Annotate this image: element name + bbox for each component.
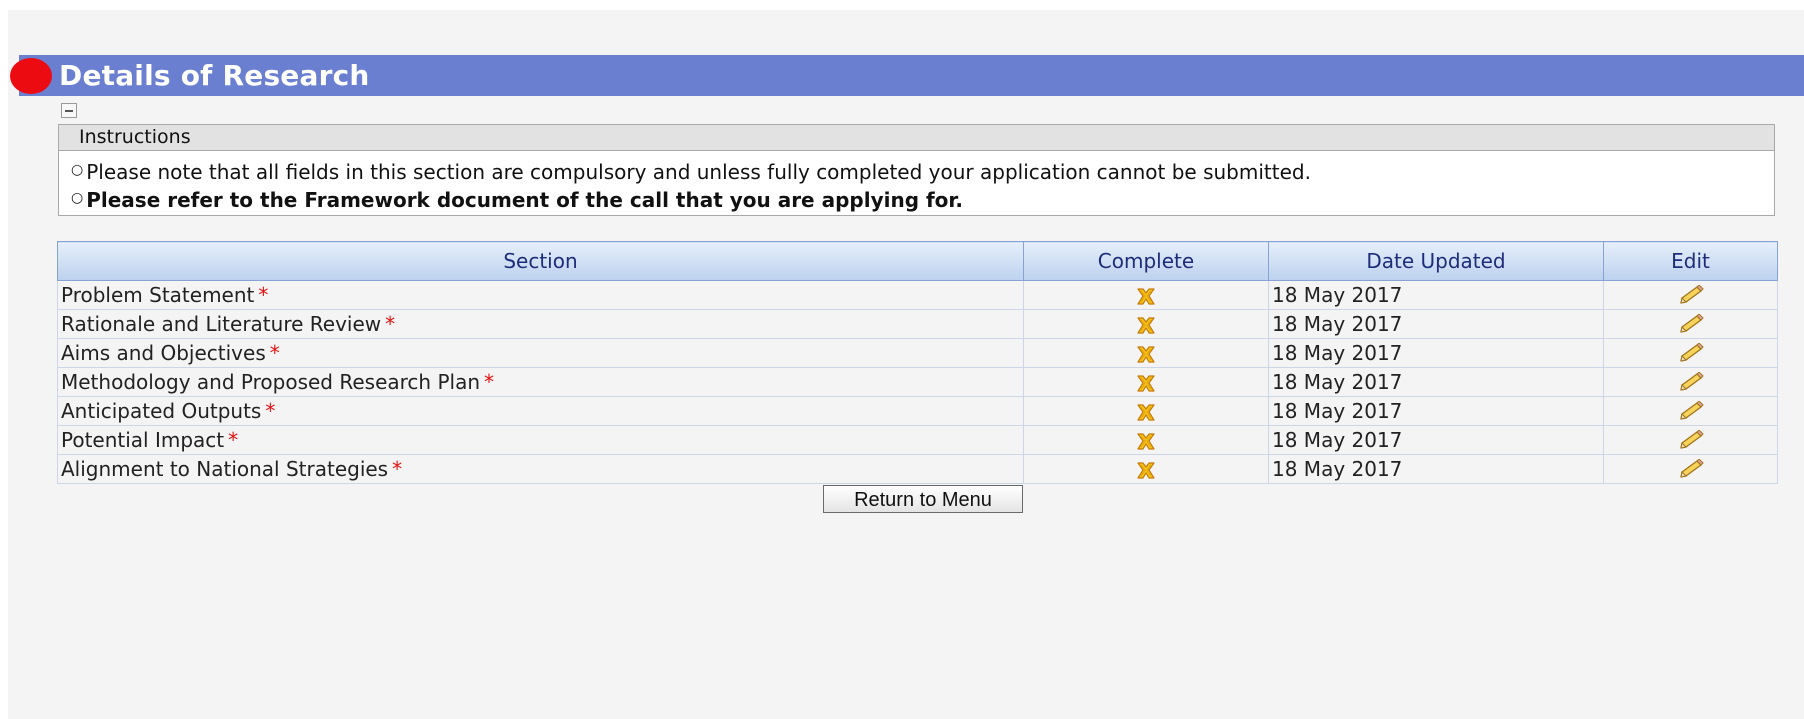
- date-updated-cell: 18 May 2017: [1268, 367, 1604, 397]
- table-row: Methodology and Proposed Research Plan * …: [57, 367, 1778, 397]
- section-cell[interactable]: Problem Statement *: [57, 280, 1024, 310]
- date-updated-cell: 18 May 2017: [1268, 396, 1604, 426]
- column-header-complete[interactable]: Complete: [1023, 241, 1269, 281]
- sections-table: Section Complete Date Updated Edit Probl…: [57, 241, 1778, 484]
- edit-cell[interactable]: [1603, 367, 1778, 397]
- incomplete-x-icon: [1135, 457, 1157, 481]
- edit-cell[interactable]: [1603, 338, 1778, 368]
- instruction-line: ○ Please note that all fields in this sec…: [59, 157, 1774, 185]
- edit-cell[interactable]: [1603, 425, 1778, 455]
- column-header-date-updated[interactable]: Date Updated: [1268, 241, 1604, 281]
- required-marker: *: [265, 399, 276, 423]
- section-name[interactable]: Methodology and Proposed Research Plan: [61, 370, 480, 394]
- instruction-line: ○ Please refer to the Framework document …: [59, 185, 1774, 213]
- date-updated-cell: 18 May 2017: [1268, 454, 1604, 484]
- date-updated-cell: 18 May 2017: [1268, 425, 1604, 455]
- table-row: Problem Statement * 18 May 2017: [57, 280, 1778, 310]
- section-header-bar: Details of Research: [19, 55, 1804, 96]
- section-name[interactable]: Anticipated Outputs: [61, 399, 261, 423]
- required-marker: *: [228, 428, 239, 452]
- complete-cell: [1023, 425, 1269, 455]
- edit-cell[interactable]: [1603, 309, 1778, 339]
- minus-icon: [65, 109, 73, 112]
- incomplete-x-icon: [1135, 341, 1157, 365]
- required-marker: *: [258, 283, 269, 307]
- pencil-icon[interactable]: [1676, 457, 1706, 481]
- table-row: Anticipated Outputs * 18 May 2017: [57, 396, 1778, 426]
- complete-cell: [1023, 454, 1269, 484]
- edit-cell[interactable]: [1603, 396, 1778, 426]
- table-row: Rationale and Literature Review * 18 May …: [57, 309, 1778, 339]
- section-cell[interactable]: Anticipated Outputs *: [57, 396, 1024, 426]
- incomplete-x-icon: [1135, 283, 1157, 307]
- complete-cell: [1023, 367, 1269, 397]
- complete-cell: [1023, 309, 1269, 339]
- instructions-panel: Instructions ○ Please note that all field…: [58, 124, 1775, 216]
- table-header-row: Section Complete Date Updated Edit: [57, 241, 1778, 281]
- required-marker: *: [269, 341, 280, 365]
- required-marker: *: [392, 457, 403, 481]
- complete-cell: [1023, 338, 1269, 368]
- table-row: Alignment to National Strategies * 18 May…: [57, 454, 1778, 484]
- column-header-section[interactable]: Section: [57, 241, 1024, 281]
- required-marker: *: [484, 370, 494, 394]
- date-updated-cell: 18 May 2017: [1268, 338, 1604, 368]
- bullet-icon: ○: [71, 190, 84, 206]
- pencil-icon[interactable]: [1676, 341, 1706, 365]
- return-to-menu-button[interactable]: Return to Menu: [823, 485, 1023, 513]
- page-title: Details of Research: [59, 59, 370, 92]
- instruction-text: Please note that all fields in this sect…: [86, 160, 1311, 184]
- pencil-icon[interactable]: [1676, 312, 1706, 336]
- section-name[interactable]: Problem Statement: [61, 283, 254, 307]
- complete-cell: [1023, 396, 1269, 426]
- section-cell[interactable]: Aims and Objectives *: [57, 338, 1024, 368]
- incomplete-x-icon: [1135, 399, 1157, 423]
- section-name[interactable]: Alignment to National Strategies: [61, 457, 388, 481]
- table-row: Aims and Objectives * 18 May 2017: [57, 338, 1778, 368]
- edit-cell[interactable]: [1603, 454, 1778, 484]
- date-updated-cell: 18 May 2017: [1268, 309, 1604, 339]
- instruction-text: Please refer to the Framework document o…: [86, 188, 964, 212]
- section-cell[interactable]: Alignment to National Strategies *: [57, 454, 1024, 484]
- pencil-icon[interactable]: [1676, 370, 1706, 394]
- section-cell[interactable]: Rationale and Literature Review *: [57, 309, 1024, 339]
- incomplete-x-icon: [1135, 428, 1157, 452]
- edit-cell[interactable]: [1603, 280, 1778, 310]
- section-name[interactable]: Potential Impact: [61, 428, 224, 452]
- column-header-edit[interactable]: Edit: [1603, 241, 1778, 281]
- section-name[interactable]: Aims and Objectives: [61, 341, 266, 365]
- status-indicator-dot: [10, 58, 52, 94]
- section-name[interactable]: Rationale and Literature Review: [61, 312, 381, 336]
- pencil-icon[interactable]: [1676, 399, 1706, 423]
- pencil-icon[interactable]: [1676, 283, 1706, 307]
- incomplete-x-icon: [1135, 312, 1157, 336]
- section-cell[interactable]: Methodology and Proposed Research Plan *: [57, 367, 1024, 397]
- incomplete-x-icon: [1135, 370, 1157, 394]
- instructions-title: Instructions: [59, 125, 1774, 151]
- bullet-icon: ○: [71, 162, 84, 178]
- section-cell[interactable]: Potential Impact *: [57, 425, 1024, 455]
- required-marker: *: [385, 312, 396, 336]
- date-updated-cell: 18 May 2017: [1268, 280, 1604, 310]
- collapse-toggle-button[interactable]: [61, 103, 77, 118]
- pencil-icon[interactable]: [1676, 428, 1706, 452]
- table-row: Potential Impact * 18 May 2017: [57, 425, 1778, 455]
- complete-cell: [1023, 280, 1269, 310]
